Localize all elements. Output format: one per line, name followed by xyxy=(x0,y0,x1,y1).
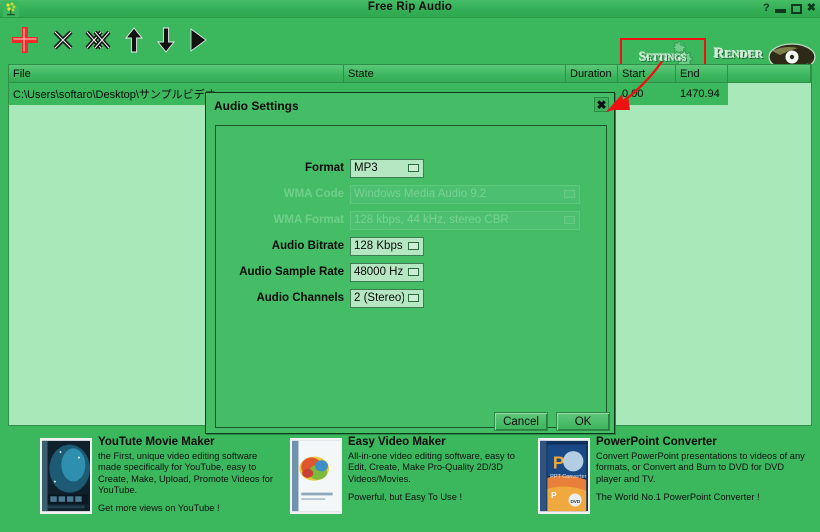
svg-text:P: P xyxy=(553,453,565,473)
label-audio-channels: Audio Channels xyxy=(256,292,344,304)
window-titlebar[interactable]: Free Rip Audio ? ✖ xyxy=(0,0,820,18)
minimize-button[interactable] xyxy=(774,9,786,13)
ad-easy-video-maker[interactable]: Easy Video Maker All-in-one video editing… xyxy=(290,436,530,528)
dropdown-arrow-icon[interactable] xyxy=(408,242,419,250)
svg-text:PPT Converter: PPT Converter xyxy=(550,474,587,480)
label-audio-sample-rate: Audio Sample Rate xyxy=(239,266,344,278)
double-x-icon xyxy=(85,30,111,50)
remove-file-button[interactable] xyxy=(48,24,78,56)
combo-value-audio-bitrate: 128 Kbps xyxy=(354,240,403,252)
label-audio-bitrate: Audio Bitrate xyxy=(271,240,344,252)
field-row-audio-channels: Audio Channels 2 (Stereo) xyxy=(216,288,606,308)
dropdown-arrow-icon[interactable] xyxy=(564,216,575,224)
ad-product-box-icon xyxy=(40,438,92,514)
ad-text-block: Easy Video Maker All-in-one video editing… xyxy=(348,436,530,528)
cancel-button[interactable]: Cancel xyxy=(494,412,548,431)
column-header[interactable]: End xyxy=(676,65,728,82)
field-row-wma-code: WMA Code Windows Media Audio 9.2 xyxy=(216,184,606,204)
combo-wma-code: Windows Media Audio 9.2 xyxy=(350,184,580,204)
settings-label: Settings xyxy=(639,49,687,64)
ad-powerpoint-converter[interactable]: P PPT Converter DVD P PowerPoint Converter Co… xyxy=(538,436,808,528)
ad-product-box-icon xyxy=(290,438,342,514)
column-header[interactable]: Start xyxy=(618,65,676,82)
move-up-button[interactable] xyxy=(120,24,148,56)
combo-audio-sample-rate[interactable]: 48000 Hz xyxy=(350,262,424,282)
ad-title[interactable]: PowerPoint Converter xyxy=(596,436,808,448)
cell-end: 1470.94 xyxy=(680,88,720,100)
window-controls: ? ✖ xyxy=(763,1,816,15)
column-header[interactable]: Duration xyxy=(566,65,618,82)
combo-value-wma-code: Windows Media Audio 9.2 xyxy=(354,188,487,200)
add-file-button[interactable] xyxy=(8,24,42,56)
ad-text-block: PowerPoint Converter Convert PowerPoint p… xyxy=(596,436,808,528)
ok-button[interactable]: OK xyxy=(556,412,610,431)
ad-title[interactable]: YouTute Movie Maker xyxy=(98,436,280,448)
ad-tagline: Get more views on YouTube ! xyxy=(98,503,220,514)
combo-value-audio-channels: 2 (Stereo) xyxy=(354,292,404,304)
play-button[interactable] xyxy=(184,24,212,56)
ad-youtube-movie-maker[interactable]: YouTute Movie Maker the First, unique vid… xyxy=(40,436,280,528)
field-row-format: Format MP3 xyxy=(216,158,606,178)
field-row-audio-sample-rate: Audio Sample Rate 48000 Hz xyxy=(216,262,606,282)
ad-tagline: The World No.1 PowerPoint Converter ! xyxy=(596,491,760,502)
maximize-button[interactable] xyxy=(790,4,802,14)
dialog-close-button[interactable]: ✖ xyxy=(594,97,609,112)
ad-description: All-in-one video editing software, easy … xyxy=(348,451,515,484)
ad-text-block: YouTute Movie Maker the First, unique vid… xyxy=(98,436,280,528)
label-wma-format: WMA Format xyxy=(273,214,344,226)
column-header[interactable] xyxy=(728,65,811,82)
play-icon xyxy=(190,28,207,52)
audio-settings-group: Format MP3 WMA Code Windows Media Audio 9.2… xyxy=(215,125,607,428)
combo-value-wma-format: 128 kbps, 44 kHz, stereo CBR xyxy=(354,214,509,226)
combo-wma-format: 128 kbps, 44 kHz, stereo CBR xyxy=(350,210,580,230)
combo-audio-bitrate[interactable]: 128 Kbps xyxy=(350,236,424,256)
help-button[interactable]: ? xyxy=(763,1,770,15)
field-row-wma-format: WMA Format 128 kbps, 44 kHz, stereo CBR xyxy=(216,210,606,230)
render-label: Render xyxy=(714,46,764,62)
column-header[interactable]: File xyxy=(9,65,344,82)
ad-tagline: Powerful, but Easy To Use ! xyxy=(348,491,463,502)
cell-start: 0.00 xyxy=(622,88,644,100)
main-toolbar: Settings Render xyxy=(0,18,820,76)
ad-description: the First, unique video editing software… xyxy=(98,451,274,495)
move-down-button[interactable] xyxy=(152,24,180,56)
svg-text:DVD: DVD xyxy=(570,499,580,504)
combo-format[interactable]: MP3 xyxy=(350,158,424,178)
ad-title[interactable]: Easy Video Maker xyxy=(348,436,530,448)
field-row-audio-bitrate: Audio Bitrate 128 Kbps xyxy=(216,236,606,256)
dialog-titlebar[interactable]: Audio Settings ✖ xyxy=(206,93,614,119)
dropdown-arrow-icon[interactable] xyxy=(408,268,419,276)
dropdown-arrow-icon[interactable] xyxy=(408,164,419,172)
combo-value-audio-sample-rate: 48000 Hz xyxy=(354,266,404,278)
x-icon xyxy=(53,30,73,50)
dropdown-arrow-icon[interactable] xyxy=(564,190,575,198)
arrow-down-icon xyxy=(157,27,175,53)
ad-product-box-icon: P PPT Converter DVD P xyxy=(538,438,590,514)
remove-all-button[interactable] xyxy=(82,24,116,56)
combo-audio-channels[interactable]: 2 (Stereo) xyxy=(350,288,424,308)
window-title: Free Rip Audio xyxy=(367,1,453,13)
cell-blank xyxy=(728,83,811,105)
file-list-header: File State Duration Start End xyxy=(9,65,811,83)
label-wma-code: WMA Code xyxy=(283,188,344,200)
dialog-title: Audio Settings xyxy=(214,99,299,113)
column-header[interactable]: State xyxy=(344,65,566,82)
arrow-up-icon xyxy=(125,27,143,53)
close-button[interactable]: ✖ xyxy=(807,1,816,15)
dropdown-arrow-icon[interactable] xyxy=(408,294,419,302)
label-format: Format xyxy=(305,162,344,174)
svg-text:P: P xyxy=(551,490,557,500)
ad-description: Convert PowerPoint presentations to vide… xyxy=(596,451,805,484)
plus-icon xyxy=(12,27,38,53)
ad-banner-strip: YouTute Movie Maker the First, unique vid… xyxy=(0,430,820,532)
audio-settings-dialog[interactable]: Audio Settings ✖ Format MP3 WMA Code Window… xyxy=(205,92,615,434)
combo-value-format: MP3 xyxy=(354,162,378,174)
